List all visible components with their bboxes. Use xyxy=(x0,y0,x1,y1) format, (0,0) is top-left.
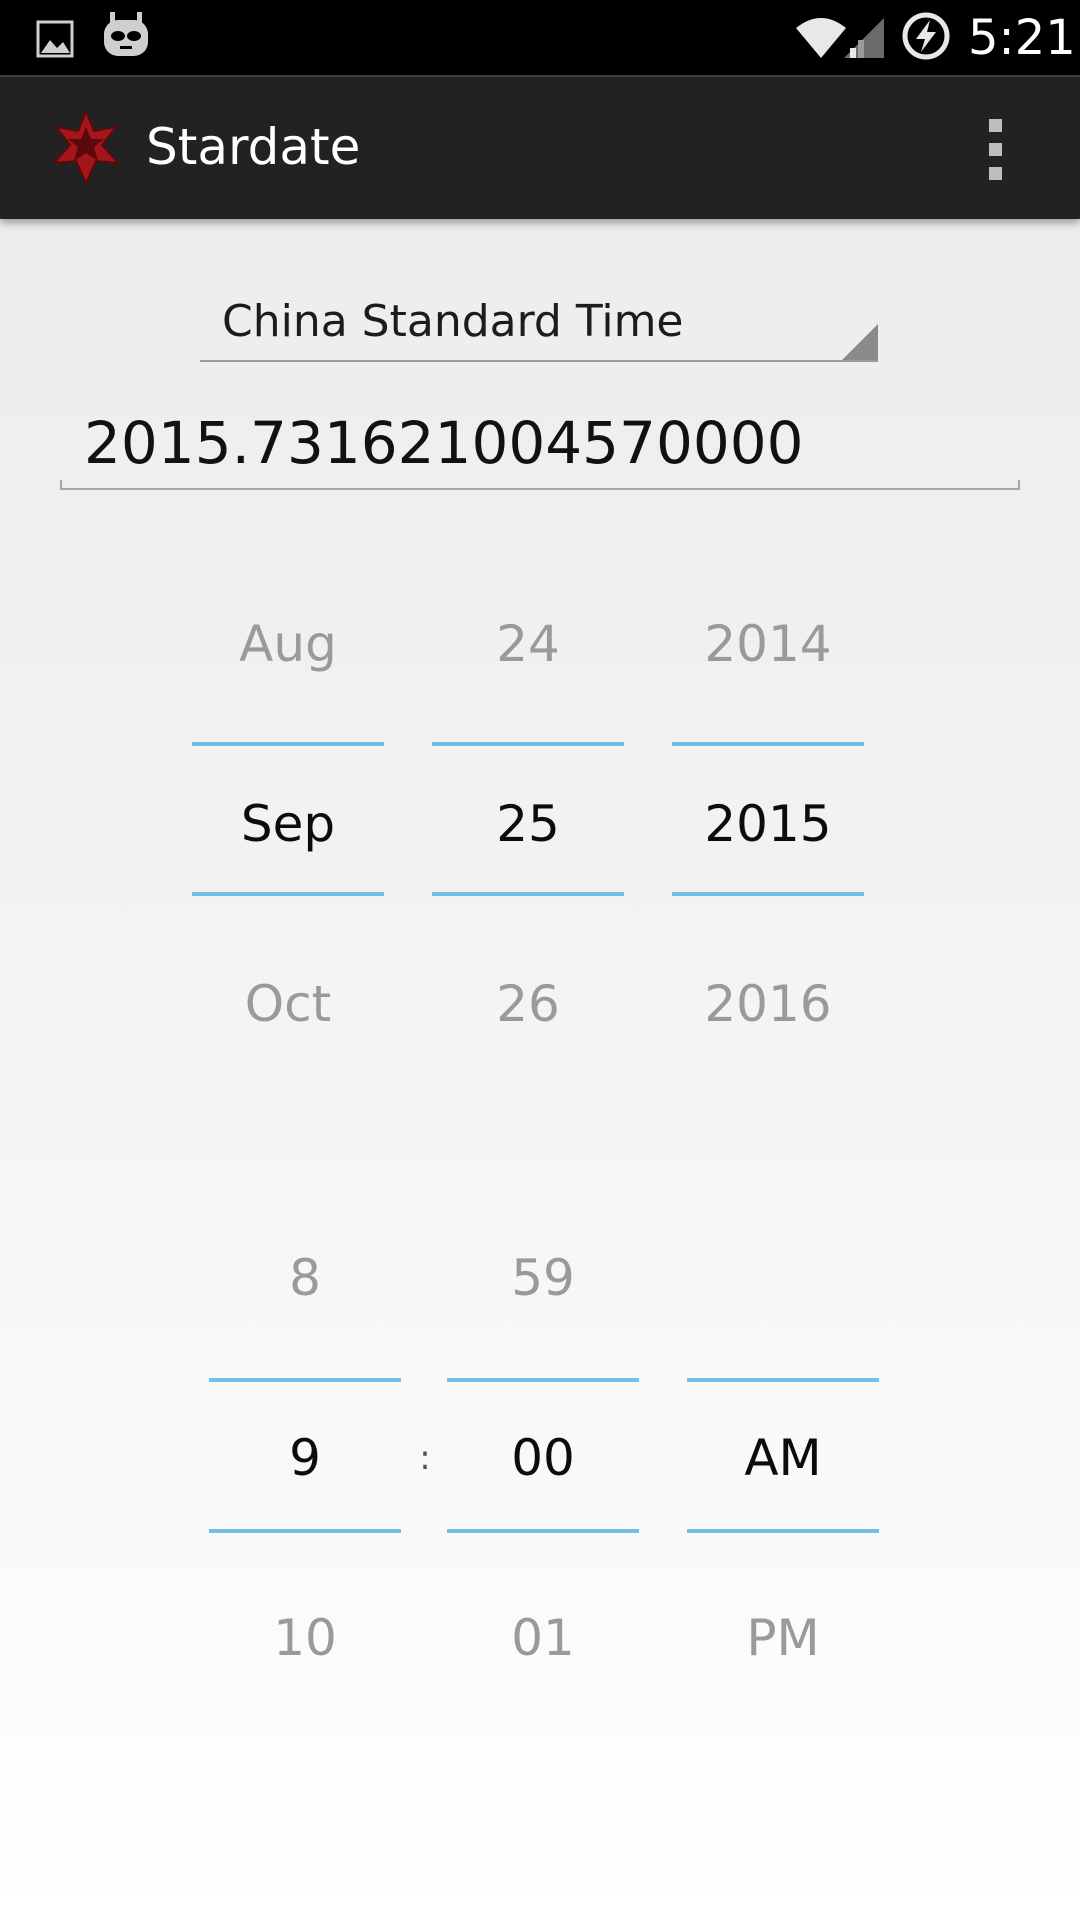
time-separator: : xyxy=(419,1438,431,1478)
hour-divider-bottom xyxy=(209,1529,401,1533)
dropdown-triangle-icon xyxy=(842,324,878,360)
minute-prev[interactable]: 59 xyxy=(447,1248,639,1308)
hour-picker[interactable]: 8 9 10 xyxy=(209,1248,401,1668)
stardate-value: 2015.731621004570000 xyxy=(84,409,804,477)
minute-picker[interactable]: 59 00 01 xyxy=(447,1248,639,1668)
action-bar: Stardate xyxy=(0,75,1080,219)
day-prev[interactable]: 24 xyxy=(432,614,624,674)
ampm-current[interactable]: AM xyxy=(687,1428,879,1488)
status-bar: 5:21 xyxy=(0,0,1080,75)
ampm-next[interactable]: PM xyxy=(687,1608,879,1668)
year-divider-top xyxy=(672,742,864,746)
year-current[interactable]: 2015 xyxy=(672,794,864,854)
timezone-spinner[interactable]: China Standard Time xyxy=(200,290,878,362)
cyanogenmod-icon xyxy=(104,12,148,56)
ampm-divider-top xyxy=(687,1378,879,1382)
month-picker[interactable]: Aug Sep Oct xyxy=(192,600,384,1060)
minute-divider-bottom xyxy=(447,1529,639,1533)
hour-prev[interactable]: 8 xyxy=(209,1248,401,1308)
day-divider-top xyxy=(432,742,624,746)
stardate-field[interactable]: 2015.731621004570000 xyxy=(60,400,1020,490)
minute-current[interactable]: 00 xyxy=(447,1428,639,1488)
battery-charging-icon xyxy=(902,12,950,60)
ampm-prev[interactable] xyxy=(687,1248,879,1308)
month-next[interactable]: Oct xyxy=(192,974,384,1034)
year-picker[interactable]: 2014 2015 2016 xyxy=(672,600,864,1060)
star-icon xyxy=(51,109,121,185)
hour-next[interactable]: 10 xyxy=(209,1608,401,1668)
day-picker[interactable]: 24 25 26 xyxy=(432,600,624,1060)
year-next[interactable]: 2016 xyxy=(672,974,864,1034)
day-current[interactable]: 25 xyxy=(432,794,624,854)
day-next[interactable]: 26 xyxy=(432,974,624,1034)
month-divider-bottom xyxy=(192,892,384,896)
app-title: Stardate xyxy=(146,118,361,176)
status-clock: 5:21 xyxy=(968,10,1076,66)
year-divider-bottom xyxy=(672,892,864,896)
month-divider-top xyxy=(192,742,384,746)
month-prev[interactable]: Aug xyxy=(192,614,384,674)
month-current[interactable]: Sep xyxy=(192,794,384,854)
signal-icon xyxy=(844,18,884,58)
overflow-menu-icon[interactable] xyxy=(980,113,1010,185)
minute-next[interactable]: 01 xyxy=(447,1608,639,1668)
day-divider-bottom xyxy=(432,892,624,896)
ampm-picker[interactable]: AM PM xyxy=(687,1248,879,1668)
year-prev[interactable]: 2014 xyxy=(672,614,864,674)
hour-current[interactable]: 9 xyxy=(209,1428,401,1488)
stardate-underline xyxy=(60,480,1020,490)
minute-divider-top xyxy=(447,1378,639,1382)
gallery-icon xyxy=(36,20,74,58)
timezone-label: China Standard Time xyxy=(222,296,684,347)
ampm-divider-bottom xyxy=(687,1529,879,1533)
hour-divider-top xyxy=(209,1378,401,1382)
